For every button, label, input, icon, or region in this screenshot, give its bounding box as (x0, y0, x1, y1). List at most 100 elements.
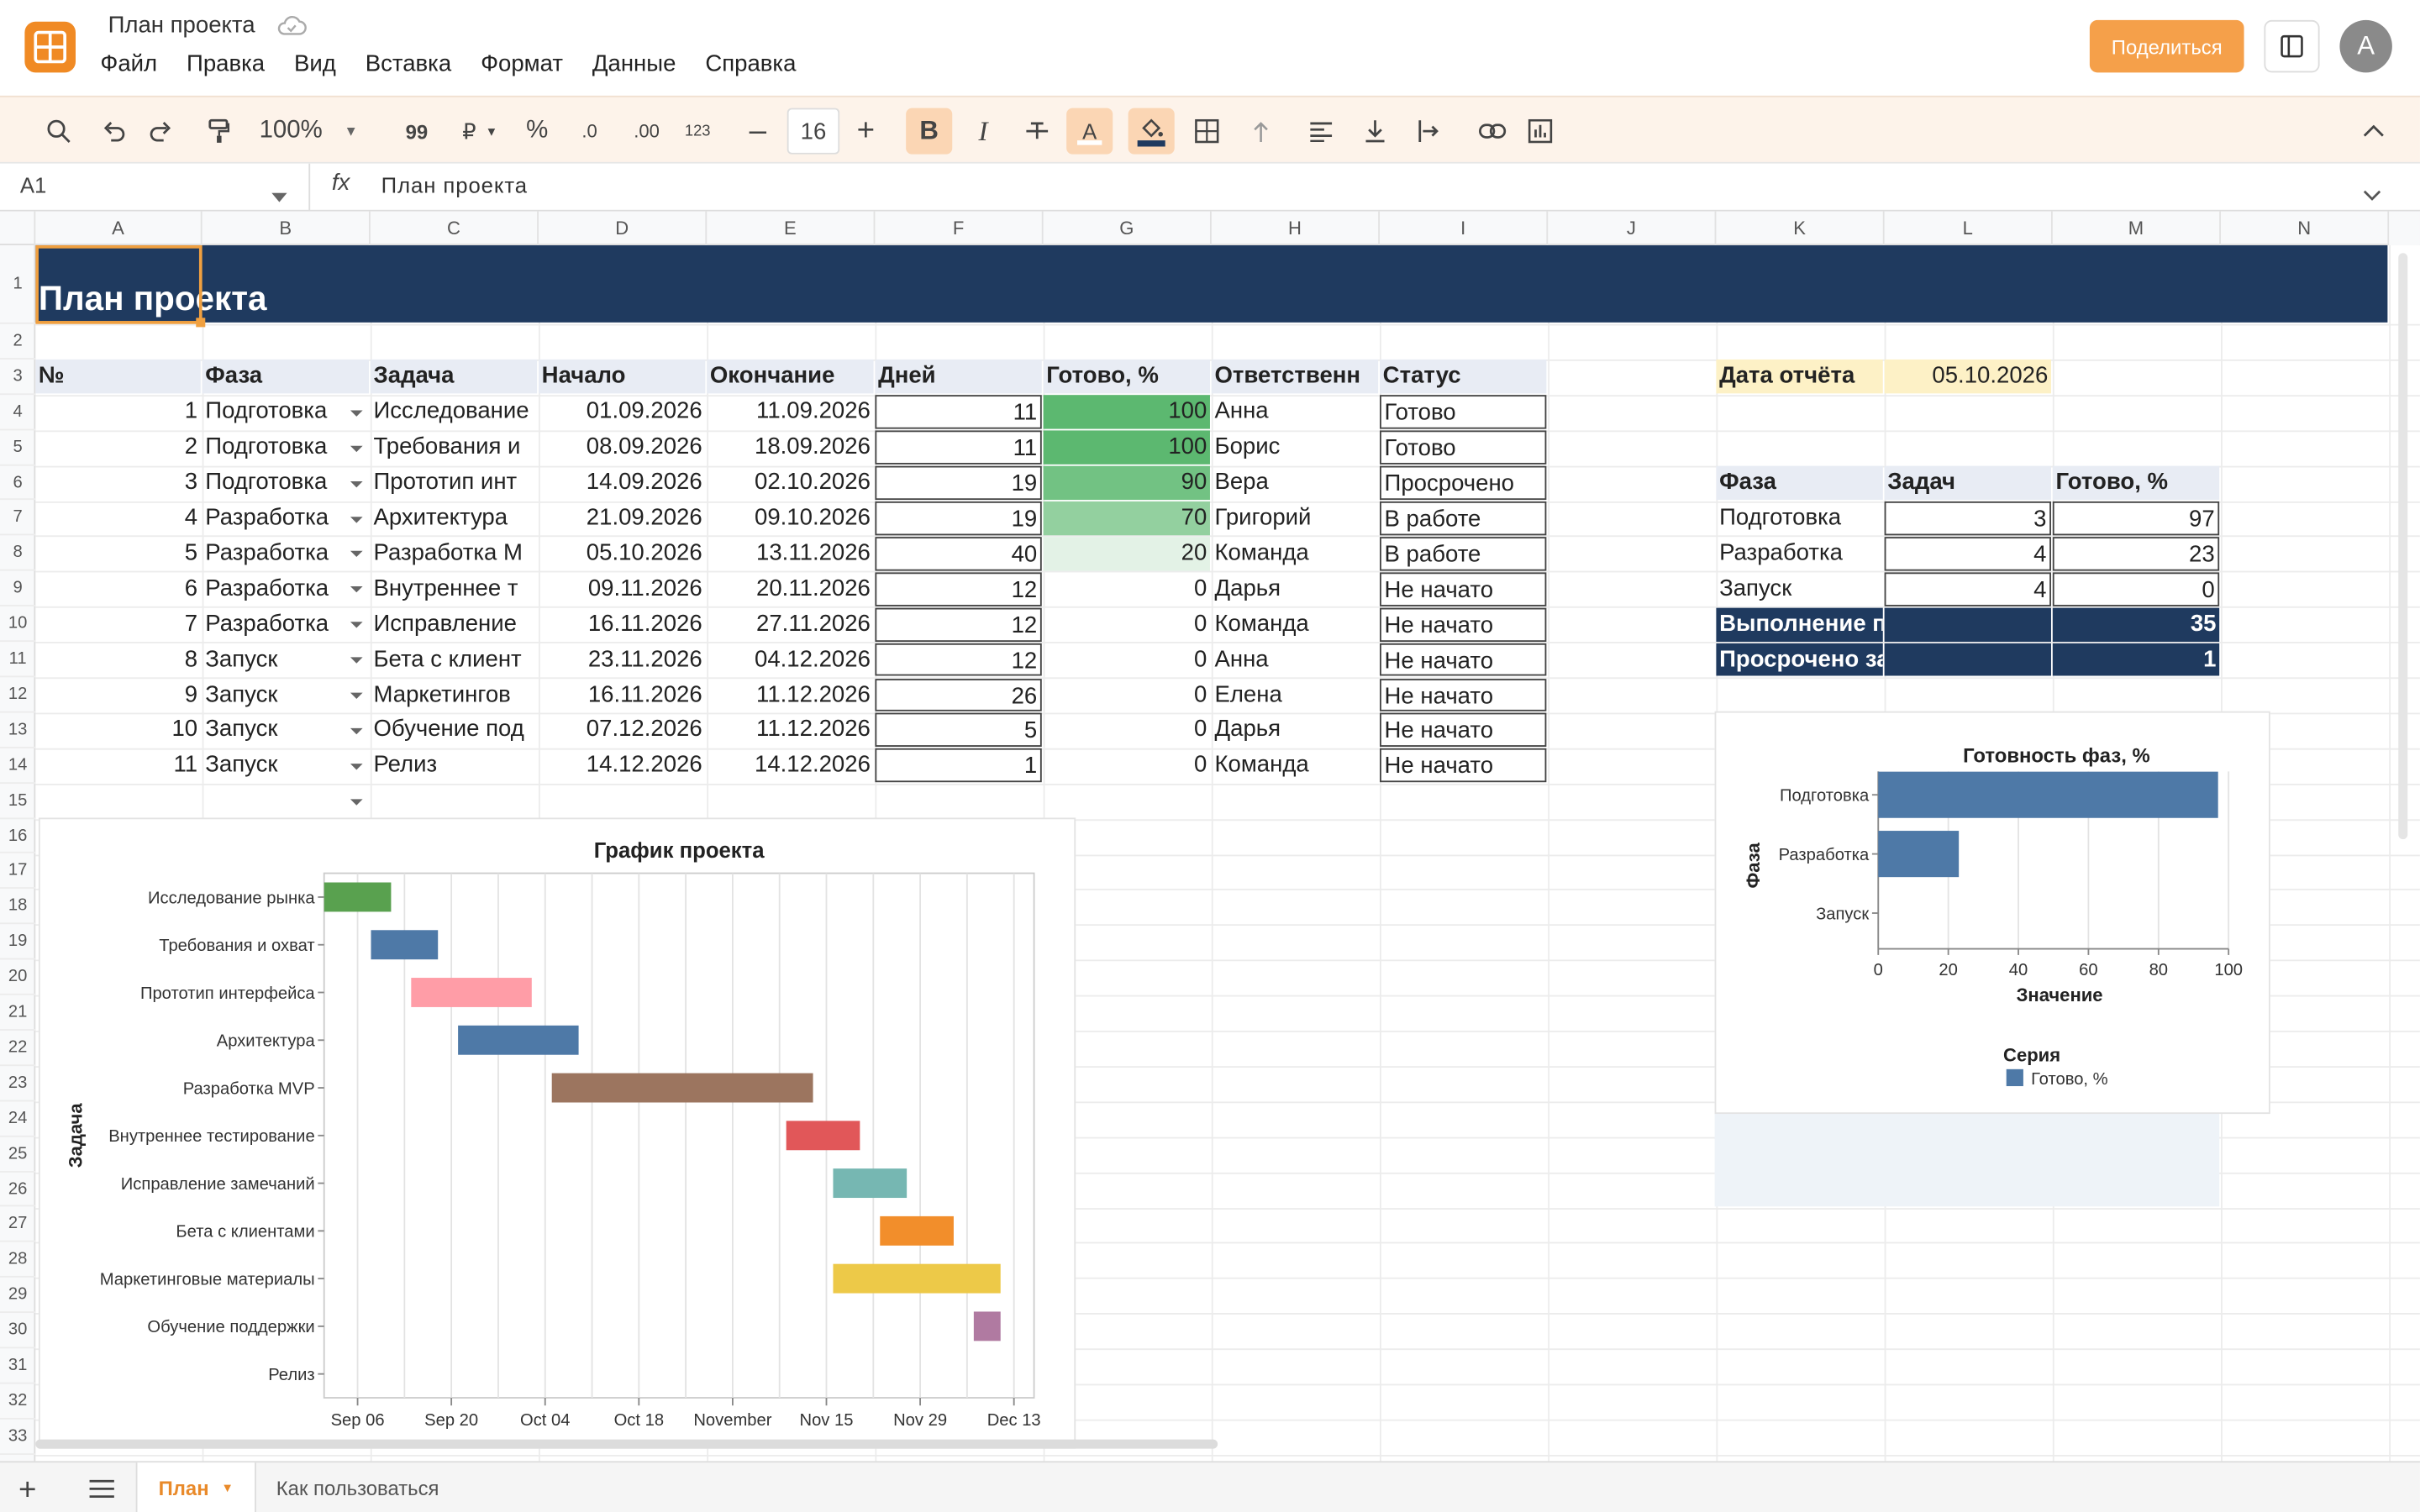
row-number-cell[interactable]: 9 (35, 678, 201, 711)
end-date-cell[interactable]: 04.12.2026 (707, 643, 873, 676)
row-header[interactable]: 5 (0, 430, 36, 465)
horizontal-scrollbar[interactable] (35, 1439, 1218, 1449)
dropdown-arrow-icon[interactable] (350, 692, 363, 700)
row-header[interactable]: 30 (0, 1313, 36, 1349)
expand-formula-icon[interactable] (2363, 182, 2381, 210)
days-cell[interactable]: 11 (875, 430, 1042, 465)
row-header[interactable]: 10 (0, 606, 36, 643)
borders-icon[interactable] (1188, 108, 1225, 155)
task-cell[interactable]: Исследование (371, 396, 537, 429)
task-cell[interactable]: Релиз (371, 748, 537, 782)
owner-cell[interactable]: Анна (1212, 396, 1378, 429)
progress-cell[interactable]: 0 (1044, 713, 1210, 747)
align-left-icon[interactable] (1302, 108, 1339, 155)
row-header[interactable]: 18 (0, 890, 36, 925)
bold-button[interactable]: B (906, 108, 953, 155)
end-date-cell[interactable]: 20.11.2026 (707, 572, 873, 606)
overdue-label-fill[interactable] (1884, 643, 2051, 677)
all-sheets-icon[interactable] (89, 1478, 114, 1506)
phase-dropdown-cell[interactable]: Подготовка (203, 466, 369, 500)
summary-header-cell[interactable]: Готово, % (2052, 465, 2220, 501)
column-header[interactable]: N (2221, 211, 2390, 246)
row-header[interactable]: 28 (0, 1242, 36, 1278)
overdue-label[interactable]: Просрочено задач (1716, 643, 1883, 677)
summary-header-cell[interactable]: Фаза (1716, 465, 1883, 501)
vertical-align-bottom-icon[interactable] (1356, 108, 1393, 155)
row-header[interactable]: 2 (0, 324, 36, 360)
summary-header-cell[interactable]: Задач (1884, 465, 2051, 501)
owner-cell[interactable]: Вера (1212, 466, 1378, 500)
menu-help[interactable]: Справка (705, 51, 796, 77)
end-date-cell[interactable]: 09.10.2026 (707, 501, 873, 535)
paint-format-icon[interactable] (201, 108, 238, 155)
end-date-cell[interactable]: 13.11.2026 (707, 537, 873, 570)
phase-dropdown-cell[interactable]: Запуск (203, 748, 369, 782)
status-cell[interactable]: Не начато (1380, 572, 1547, 606)
task-cell[interactable]: Архитектура (371, 501, 537, 535)
phase-dropdown-cell[interactable]: Запуск (203, 678, 369, 711)
progress-cell[interactable]: 70 (1043, 501, 1210, 536)
row-header[interactable]: 32 (0, 1384, 36, 1420)
row-number-cell[interactable]: 4 (35, 501, 201, 535)
row-header[interactable]: 7 (0, 501, 36, 537)
dropdown-arrow-icon[interactable] (350, 551, 363, 558)
days-cell[interactable]: 26 (875, 678, 1042, 712)
dropdown-arrow-icon[interactable] (350, 727, 363, 735)
phase-dropdown-cell[interactable]: Разработка (203, 501, 369, 535)
progress-cell[interactable]: 0 (1044, 643, 1210, 676)
row-header[interactable]: 1 (0, 245, 36, 324)
overdue-value[interactable]: 1 (2052, 643, 2220, 677)
task-cell[interactable]: Маркетингов (371, 678, 537, 711)
end-date-cell[interactable]: 02.10.2026 (707, 466, 873, 500)
selection-handle[interactable] (196, 318, 206, 328)
owner-cell[interactable]: Григорий (1212, 501, 1378, 535)
menu-file[interactable]: Файл (100, 51, 157, 77)
status-cell[interactable]: В работе (1380, 536, 1547, 571)
insert-link-icon[interactable] (1474, 108, 1511, 155)
days-cell[interactable]: 1 (875, 748, 1042, 783)
end-date-cell[interactable]: 11.12.2026 (707, 713, 873, 747)
decrease-decimals-button[interactable]: .0 (570, 108, 610, 155)
start-date-cell[interactable]: 09.11.2026 (539, 572, 705, 606)
owner-cell[interactable]: Дарья (1212, 713, 1378, 747)
summary-cell[interactable]: Разработка (1716, 537, 1882, 570)
report-date-label[interactable]: Дата отчёта (1716, 360, 1883, 394)
search-icon[interactable] (40, 108, 77, 155)
italic-button[interactable]: I (963, 108, 1003, 155)
row-number-cell[interactable]: 10 (35, 713, 201, 747)
column-header[interactable]: L (1885, 211, 2053, 246)
row-number-cell[interactable]: 7 (35, 607, 201, 641)
end-date-cell[interactable]: 11.09.2026 (707, 396, 873, 429)
dropdown-arrow-icon[interactable] (350, 480, 363, 487)
phase-dropdown-cell[interactable]: Запуск (203, 713, 369, 747)
row-header[interactable]: 27 (0, 1207, 36, 1243)
column-header[interactable]: B (203, 211, 371, 246)
vertical-scrollbar[interactable] (2398, 253, 2408, 840)
summary-cell[interactable]: 4 (1884, 572, 2051, 606)
row-header[interactable]: 22 (0, 1031, 36, 1066)
row-number-cell[interactable]: 3 (35, 466, 201, 500)
status-cell[interactable]: Не начато (1380, 678, 1547, 712)
row-header[interactable]: 33 (0, 1420, 36, 1455)
phase-readiness-chart[interactable]: Готовность фаз, % 0 20 40 60 80 100 Подготовка Р… (1714, 711, 2270, 1115)
select-all-corner[interactable] (0, 211, 36, 246)
summary-cell[interactable]: 0 (2052, 572, 2220, 606)
table-header-cell[interactable]: Фаза (202, 360, 369, 394)
row-header[interactable]: 14 (0, 748, 36, 784)
row-number-cell[interactable]: 8 (35, 643, 201, 676)
start-date-cell[interactable]: 16.11.2026 (539, 678, 705, 711)
start-date-cell[interactable]: 14.12.2026 (539, 748, 705, 782)
end-date-cell[interactable]: 27.11.2026 (707, 607, 873, 641)
start-date-cell[interactable]: 07.12.2026 (539, 713, 705, 747)
task-cell[interactable]: Исправление (371, 607, 537, 641)
row-number-cell[interactable]: 11 (35, 748, 201, 782)
owner-cell[interactable]: Команда (1212, 607, 1378, 641)
sheet-tab-plan[interactable]: План ▼ (135, 1462, 256, 1512)
side-panel-toggle-icon[interactable] (2264, 19, 2320, 73)
row-header[interactable]: 13 (0, 712, 36, 748)
row-header[interactable]: 9 (0, 571, 36, 607)
formula-input[interactable]: План проекта (381, 173, 528, 197)
summary-cell[interactable]: 97 (2052, 501, 2220, 536)
font-size-input[interactable]: 16 (786, 108, 840, 155)
dropdown-arrow-icon[interactable] (350, 657, 363, 664)
